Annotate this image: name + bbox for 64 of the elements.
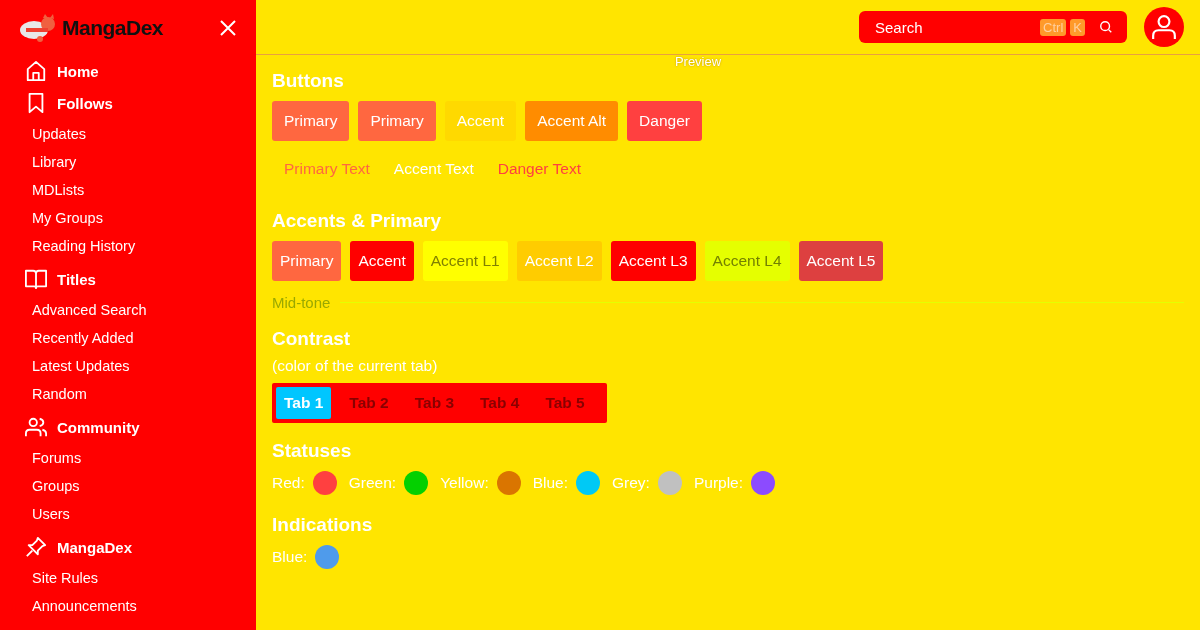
status-label: Green: <box>348 474 397 492</box>
section-heading: Indications <box>272 513 374 537</box>
section-heading: Accents & Primary <box>272 209 442 233</box>
preview-title: Preview <box>673 55 723 69</box>
text-button[interactable]: Danger Text <box>485 149 593 189</box>
keyboard-key: Ctrl <box>1040 18 1067 36</box>
sample-button[interactable]: Primary <box>358 101 436 141</box>
sample-button[interactable]: Accent Alt <box>525 101 619 141</box>
nav-link[interactable]: Site Rules <box>0 564 256 592</box>
home-icon <box>25 60 47 82</box>
color-swatch: Accent L4 <box>704 241 790 281</box>
text-button[interactable]: Primary Text <box>272 149 382 189</box>
nav-link[interactable]: Advanced Search <box>0 296 256 324</box>
color-swatch: Accent <box>350 241 414 281</box>
tab[interactable]: Tab 2 <box>341 387 397 419</box>
section-heading: Buttons <box>272 69 345 93</box>
nav-link[interactable]: Recently Added <box>0 324 256 352</box>
nav-link[interactable]: MDLists <box>0 176 256 204</box>
midtone-label: Mid-tone <box>272 293 331 311</box>
user-avatar-button[interactable] <box>1144 7 1184 47</box>
status-label: Blue: <box>532 474 569 492</box>
tab[interactable]: Tab 5 <box>537 387 593 419</box>
pin-icon <box>25 536 47 558</box>
book-icon <box>25 268 47 290</box>
user-icon <box>1151 14 1177 40</box>
nav-link[interactable]: Groups <box>0 472 256 500</box>
keyboard-key: K <box>1070 18 1085 36</box>
nav-link[interactable]: Random <box>0 380 256 408</box>
sample-button[interactable]: Primary <box>272 101 350 141</box>
nav-link[interactable]: Announcements <box>0 592 256 620</box>
search-icon[interactable] <box>1099 20 1113 34</box>
nav-link[interactable]: My Groups <box>0 204 256 232</box>
users-icon <box>25 416 47 438</box>
nav-link[interactable]: Library <box>0 148 256 176</box>
nav-section-link[interactable]: Follows <box>57 94 113 112</box>
nav-section-link[interactable]: MangaDex <box>57 538 133 556</box>
color-swatch: Primary <box>272 241 342 281</box>
color-swatch: Accent L3 <box>610 241 696 281</box>
nav-link[interactable]: Forums <box>0 444 256 472</box>
color-swatch: Accent L1 <box>422 241 508 281</box>
brand-name[interactable]: MangaDex <box>62 16 164 40</box>
status-label: Purple: <box>693 474 744 492</box>
tab[interactable]: Tab 4 <box>472 387 528 419</box>
color-swatch: Accent L2 <box>516 241 602 281</box>
tab[interactable]: Tab 3 <box>406 387 463 419</box>
indication-label: Blue: <box>272 548 308 566</box>
section-heading: Contrast <box>272 327 352 351</box>
nav-section-link[interactable]: Home <box>57 62 99 80</box>
nav-section-link[interactable]: Titles <box>57 270 96 288</box>
search-field[interactable]: Search Ctrl K <box>859 11 1127 43</box>
cat-logo-icon <box>18 14 58 42</box>
nav-link[interactable]: Updates <box>0 120 256 148</box>
close-icon[interactable] <box>220 20 236 36</box>
contrast-note: (color of the current tab) <box>272 357 439 375</box>
nav-section-link[interactable]: Community <box>57 418 140 436</box>
section-heading: Statuses <box>272 439 353 463</box>
sample-button[interactable]: Danger <box>627 101 702 141</box>
nav-link[interactable]: Latest Updates <box>0 352 256 380</box>
color-swatch: Accent L5 <box>798 241 884 281</box>
nav-link[interactable]: Reading History <box>0 232 256 260</box>
status-label: Grey: <box>612 474 650 492</box>
status-label: Yellow: <box>440 474 489 492</box>
status-label: Red: <box>272 474 305 492</box>
nav-link[interactable]: Users <box>0 500 256 528</box>
